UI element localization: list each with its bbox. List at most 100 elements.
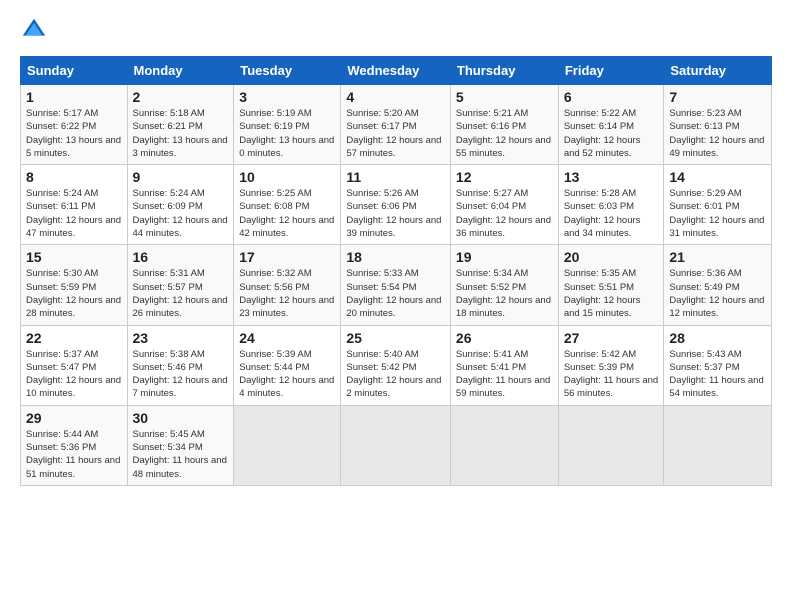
weekday-header-wednesday: Wednesday (341, 57, 451, 85)
day-number: 13 (564, 169, 659, 185)
day-info: Sunrise: 5:31 AM Sunset: 5:57 PM Dayligh… (133, 267, 229, 320)
calendar-cell: 10 Sunrise: 5:25 AM Sunset: 6:08 PM Dayli… (234, 165, 341, 245)
weekday-header-thursday: Thursday (450, 57, 558, 85)
day-info: Sunrise: 5:27 AM Sunset: 6:04 PM Dayligh… (456, 187, 553, 240)
day-info: Sunrise: 5:18 AM Sunset: 6:21 PM Dayligh… (133, 107, 229, 160)
calendar-cell (234, 405, 341, 485)
calendar-cell: 23 Sunrise: 5:38 AM Sunset: 5:46 PM Dayli… (127, 325, 234, 405)
weekday-header-sunday: Sunday (21, 57, 128, 85)
day-info: Sunrise: 5:38 AM Sunset: 5:46 PM Dayligh… (133, 348, 229, 401)
weekday-header-tuesday: Tuesday (234, 57, 341, 85)
day-info: Sunrise: 5:22 AM Sunset: 6:14 PM Dayligh… (564, 107, 659, 160)
day-info: Sunrise: 5:21 AM Sunset: 6:16 PM Dayligh… (456, 107, 553, 160)
day-info: Sunrise: 5:33 AM Sunset: 5:54 PM Dayligh… (346, 267, 445, 320)
day-number: 11 (346, 169, 445, 185)
calendar-cell: 19 Sunrise: 5:34 AM Sunset: 5:52 PM Dayli… (450, 245, 558, 325)
calendar-cell: 29 Sunrise: 5:44 AM Sunset: 5:36 PM Dayli… (21, 405, 128, 485)
day-number: 5 (456, 89, 553, 105)
logo-icon (20, 16, 48, 44)
day-number: 4 (346, 89, 445, 105)
day-info: Sunrise: 5:39 AM Sunset: 5:44 PM Dayligh… (239, 348, 335, 401)
day-number: 1 (26, 89, 122, 105)
calendar-cell: 21 Sunrise: 5:36 AM Sunset: 5:49 PM Dayli… (664, 245, 772, 325)
day-info: Sunrise: 5:44 AM Sunset: 5:36 PM Dayligh… (26, 428, 122, 481)
day-number: 2 (133, 89, 229, 105)
calendar-cell: 27Sunrise: 5:42 AM Sunset: 5:39 PM Dayli… (558, 325, 664, 405)
calendar-cell: 30 Sunrise: 5:45 AM Sunset: 5:34 PM Dayli… (127, 405, 234, 485)
day-number: 3 (239, 89, 335, 105)
day-info: Sunrise: 5:23 AM Sunset: 6:13 PM Dayligh… (669, 107, 766, 160)
day-info: Sunrise: 5:19 AM Sunset: 6:19 PM Dayligh… (239, 107, 335, 160)
logo (20, 16, 52, 44)
day-number: 19 (456, 249, 553, 265)
week-row-1: 1 Sunrise: 5:17 AM Sunset: 6:22 PM Daylig… (21, 85, 772, 165)
day-number: 20 (564, 249, 659, 265)
calendar-cell: 18 Sunrise: 5:33 AM Sunset: 5:54 PM Dayli… (341, 245, 451, 325)
day-info: Sunrise: 5:41 AM Sunset: 5:41 PM Dayligh… (456, 348, 553, 401)
day-number: 22 (26, 330, 122, 346)
day-info: Sunrise: 5:25 AM Sunset: 6:08 PM Dayligh… (239, 187, 335, 240)
day-info: Sunrise: 5:45 AM Sunset: 5:34 PM Dayligh… (133, 428, 229, 481)
day-info: Sunrise: 5:42 AM Sunset: 5:39 PM Dayligh… (564, 348, 659, 401)
calendar-cell: 24 Sunrise: 5:39 AM Sunset: 5:44 PM Dayli… (234, 325, 341, 405)
day-info: Sunrise: 5:17 AM Sunset: 6:22 PM Dayligh… (26, 107, 122, 160)
day-number: 7 (669, 89, 766, 105)
calendar-cell: 9Sunrise: 5:24 AM Sunset: 6:09 PM Daylig… (127, 165, 234, 245)
day-info: Sunrise: 5:34 AM Sunset: 5:52 PM Dayligh… (456, 267, 553, 320)
calendar-cell: 12 Sunrise: 5:27 AM Sunset: 6:04 PM Dayli… (450, 165, 558, 245)
day-number: 25 (346, 330, 445, 346)
day-info: Sunrise: 5:35 AM Sunset: 5:51 PM Dayligh… (564, 267, 659, 320)
weekday-header-saturday: Saturday (664, 57, 772, 85)
day-number: 16 (133, 249, 229, 265)
day-info: Sunrise: 5:24 AM Sunset: 6:09 PM Dayligh… (133, 187, 229, 240)
page-container: SundayMondayTuesdayWednesdayThursdayFrid… (0, 0, 792, 496)
calendar-cell (558, 405, 664, 485)
day-number: 28 (669, 330, 766, 346)
day-info: Sunrise: 5:43 AM Sunset: 5:37 PM Dayligh… (669, 348, 766, 401)
day-number: 21 (669, 249, 766, 265)
day-info: Sunrise: 5:40 AM Sunset: 5:42 PM Dayligh… (346, 348, 445, 401)
day-number: 15 (26, 249, 122, 265)
day-number: 18 (346, 249, 445, 265)
calendar-cell (450, 405, 558, 485)
day-info: Sunrise: 5:37 AM Sunset: 5:47 PM Dayligh… (26, 348, 122, 401)
week-row-5: 29 Sunrise: 5:44 AM Sunset: 5:36 PM Dayli… (21, 405, 772, 485)
day-info: Sunrise: 5:36 AM Sunset: 5:49 PM Dayligh… (669, 267, 766, 320)
day-number: 8 (26, 169, 122, 185)
day-number: 17 (239, 249, 335, 265)
day-number: 10 (239, 169, 335, 185)
calendar-cell: 16 Sunrise: 5:31 AM Sunset: 5:57 PM Dayli… (127, 245, 234, 325)
calendar-cell: 4Sunrise: 5:20 AM Sunset: 6:17 PM Daylig… (341, 85, 451, 165)
calendar-cell: 11Sunrise: 5:26 AM Sunset: 6:06 PM Dayli… (341, 165, 451, 245)
calendar-cell: 14 Sunrise: 5:29 AM Sunset: 6:01 PM Dayli… (664, 165, 772, 245)
week-row-3: 15Sunrise: 5:30 AM Sunset: 5:59 PM Dayli… (21, 245, 772, 325)
day-number: 24 (239, 330, 335, 346)
calendar-cell: 15Sunrise: 5:30 AM Sunset: 5:59 PM Dayli… (21, 245, 128, 325)
day-number: 14 (669, 169, 766, 185)
weekday-header-monday: Monday (127, 57, 234, 85)
calendar-cell: 5 Sunrise: 5:21 AM Sunset: 6:16 PM Daylig… (450, 85, 558, 165)
week-row-2: 8 Sunrise: 5:24 AM Sunset: 6:11 PM Daylig… (21, 165, 772, 245)
week-row-4: 22 Sunrise: 5:37 AM Sunset: 5:47 PM Dayli… (21, 325, 772, 405)
calendar-cell: 2 Sunrise: 5:18 AM Sunset: 6:21 PM Daylig… (127, 85, 234, 165)
calendar-cell: 22 Sunrise: 5:37 AM Sunset: 5:47 PM Dayli… (21, 325, 128, 405)
day-info: Sunrise: 5:28 AM Sunset: 6:03 PM Dayligh… (564, 187, 659, 240)
calendar-cell: 6 Sunrise: 5:22 AM Sunset: 6:14 PM Daylig… (558, 85, 664, 165)
calendar-cell: 26Sunrise: 5:41 AM Sunset: 5:41 PM Dayli… (450, 325, 558, 405)
day-info: Sunrise: 5:32 AM Sunset: 5:56 PM Dayligh… (239, 267, 335, 320)
calendar-table: SundayMondayTuesdayWednesdayThursdayFrid… (20, 56, 772, 486)
day-number: 6 (564, 89, 659, 105)
calendar-cell: 28 Sunrise: 5:43 AM Sunset: 5:37 PM Dayli… (664, 325, 772, 405)
weekday-header-friday: Friday (558, 57, 664, 85)
day-info: Sunrise: 5:29 AM Sunset: 6:01 PM Dayligh… (669, 187, 766, 240)
day-number: 23 (133, 330, 229, 346)
day-number: 30 (133, 410, 229, 426)
day-number: 12 (456, 169, 553, 185)
day-info: Sunrise: 5:24 AM Sunset: 6:11 PM Dayligh… (26, 187, 122, 240)
calendar-cell: 20 Sunrise: 5:35 AM Sunset: 5:51 PM Dayli… (558, 245, 664, 325)
calendar-cell: 8 Sunrise: 5:24 AM Sunset: 6:11 PM Daylig… (21, 165, 128, 245)
day-number: 29 (26, 410, 122, 426)
weekday-header-row: SundayMondayTuesdayWednesdayThursdayFrid… (21, 57, 772, 85)
calendar-cell: 1 Sunrise: 5:17 AM Sunset: 6:22 PM Daylig… (21, 85, 128, 165)
calendar-cell (341, 405, 451, 485)
